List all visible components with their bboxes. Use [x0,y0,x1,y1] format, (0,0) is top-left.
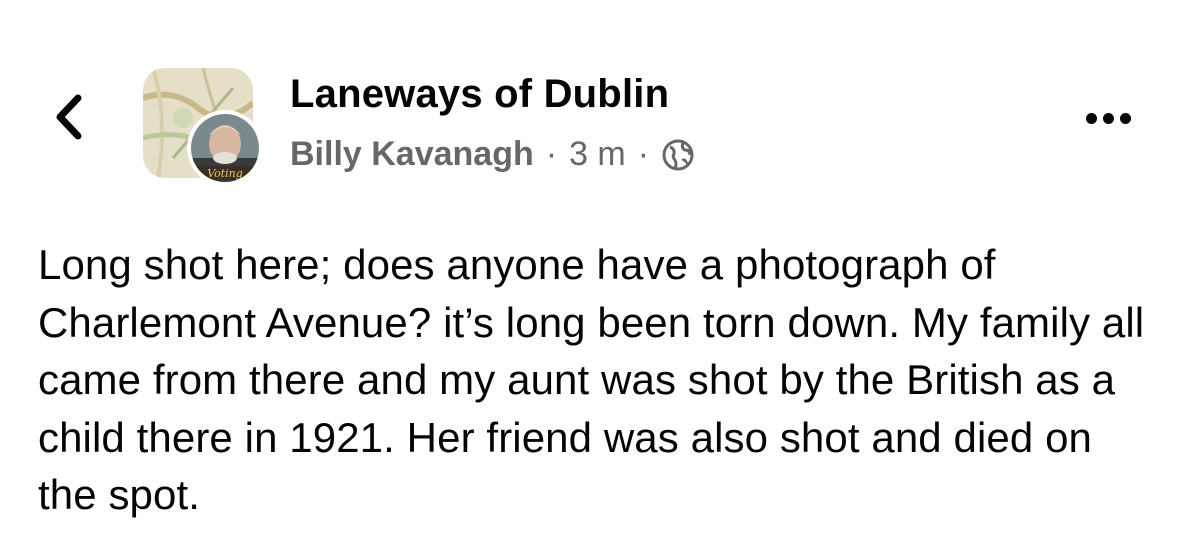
more-dot [1119,112,1131,124]
globe-icon [662,139,694,170]
author-avatar[interactable]: Voting [187,110,263,186]
profile-photo: Voting [191,114,259,182]
author-name[interactable]: Billy Kavanagh [290,135,534,174]
avatar-badge-text: Voting [207,167,243,180]
post-body-text: Long shot here; does anyone have a photo… [38,241,1145,518]
group-name[interactable]: Laneways of Dublin [290,72,669,117]
more-dot [1085,112,1097,124]
back-button[interactable] [44,86,94,148]
post-time[interactable]: 3 m [569,135,626,174]
more-options-button[interactable] [1078,100,1138,136]
separator-dot: · [637,135,650,173]
separator-dot: · [545,135,558,173]
more-dot [1102,112,1114,124]
chevron-left-icon [56,94,82,140]
post-meta: Billy Kavanagh · 3 m · [290,135,695,174]
